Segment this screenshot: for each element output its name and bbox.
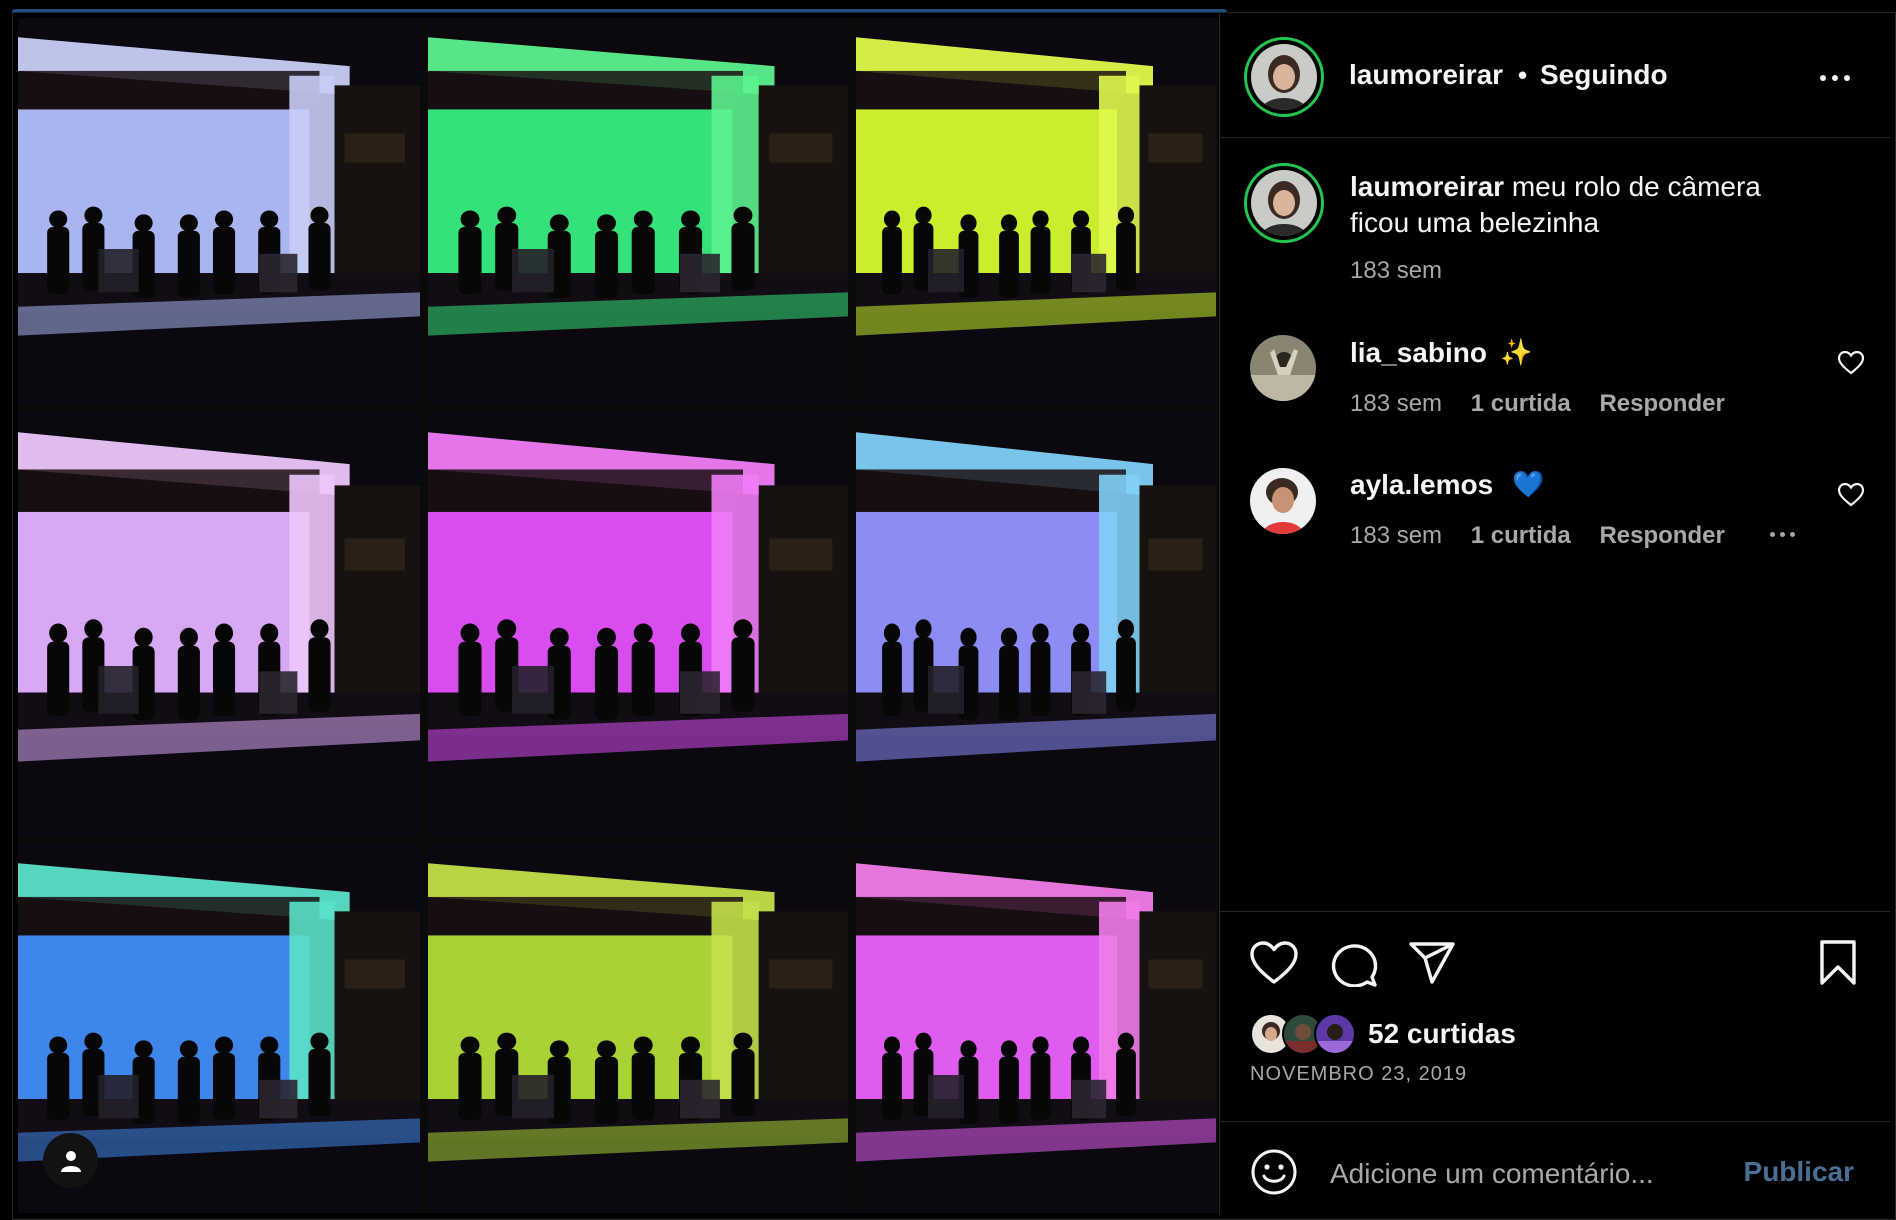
more-icon-dot — [1790, 532, 1795, 537]
comment-reply-button[interactable]: Responder — [1599, 522, 1724, 549]
stage-photo — [856, 844, 1216, 1213]
more-icon-dot — [1844, 75, 1850, 81]
author-avatar[interactable] — [1244, 37, 1324, 117]
comment-avatar[interactable] — [1250, 468, 1316, 534]
comment-avatar-photo — [1250, 335, 1316, 401]
stage-photo — [428, 411, 848, 836]
emoji-icon — [1251, 1149, 1297, 1195]
more-icon — [1770, 532, 1775, 537]
post-header: laumoreirar • Seguindo — [1220, 13, 1890, 138]
photo-olive-green — [428, 844, 848, 1213]
author-avatar-photo — [1251, 44, 1317, 110]
comment-icon — [1331, 944, 1378, 988]
blue-heart-emoji: 💙 — [1512, 469, 1545, 499]
more-icon-dot — [1832, 75, 1838, 81]
composer-divider — [1220, 1121, 1890, 1122]
share-icon — [1409, 942, 1455, 984]
comment-likes-link[interactable]: 1 curtida — [1471, 522, 1571, 549]
photo-blue-violet — [856, 411, 1216, 836]
save-button[interactable] — [1818, 939, 1858, 992]
user-tag-icon — [60, 1150, 81, 1172]
caption-username-link[interactable]: laumoreirar — [1350, 171, 1504, 202]
stage-photo — [428, 844, 848, 1213]
separator-dot: • — [1518, 60, 1528, 90]
likes-count-link[interactable]: 52 curtidas — [1368, 1018, 1516, 1050]
comment-button[interactable] — [1330, 941, 1378, 992]
author-username-link[interactable]: laumoreirar — [1349, 59, 1503, 91]
caption-avatar-photo — [1251, 170, 1317, 236]
post-options-button[interactable] — [1820, 75, 1850, 81]
stage-photo — [428, 18, 848, 403]
following-button[interactable]: Seguindo — [1540, 59, 1668, 91]
emoji-button[interactable] — [1250, 1148, 1298, 1201]
caption-author-avatar[interactable] — [1244, 163, 1324, 243]
likes-summary: 52 curtidas — [1250, 1013, 1516, 1055]
post-date[interactable]: NOVEMBRO 23, 2019 — [1250, 1063, 1467, 1086]
comment-avatar[interactable] — [1250, 335, 1316, 401]
bookmark-icon — [1820, 940, 1856, 985]
liker-avatar-photo — [1316, 1024, 1354, 1053]
photo-hot-pink — [856, 844, 1216, 1213]
more-icon — [1820, 75, 1826, 81]
comment-timestamp[interactable]: 183 sem — [1350, 522, 1442, 549]
post-caption: laumoreirar meu rolo de câmera ficou uma… — [1350, 169, 1820, 241]
comment-timestamp[interactable]: 183 sem — [1350, 390, 1442, 417]
comment-username-link[interactable]: lia_sabino — [1350, 337, 1487, 369]
more-icon-dot — [1780, 532, 1785, 537]
photo-magenta — [428, 411, 848, 836]
photo-collage — [18, 18, 1218, 1213]
comment-reply-button[interactable]: Responder — [1599, 390, 1724, 417]
stage-photo — [856, 18, 1216, 403]
comment-meta: 183 sem 1 curtida Responder — [1350, 390, 1725, 418]
stage-photo — [856, 411, 1216, 836]
post-media[interactable] — [18, 18, 1218, 1213]
stage-photo — [18, 18, 420, 403]
post-sidebar: laumoreirar • Seguindo laumoreirar meu r… — [1219, 13, 1890, 1215]
comment-meta: 183 sem 1 curtida Responder — [1350, 522, 1725, 550]
photo-pink-lavender — [18, 411, 420, 836]
comment-like-button[interactable] — [1837, 482, 1865, 512]
heart-icon — [1837, 350, 1865, 375]
comment-username-link[interactable]: ayla.lemos — [1350, 469, 1493, 501]
comment-like-button[interactable] — [1837, 350, 1865, 380]
caption-timestamp[interactable]: 183 sem — [1350, 257, 1442, 285]
heart-icon — [1837, 482, 1865, 507]
actions-divider — [1220, 911, 1890, 912]
heart-icon — [1250, 941, 1298, 984]
comment-options-button[interactable] — [1770, 532, 1795, 537]
liker-avatar[interactable] — [1314, 1013, 1356, 1055]
photo-lavender — [18, 18, 420, 403]
publish-button[interactable]: Publicar — [1738, 1155, 1860, 1189]
user-tag-button[interactable] — [43, 1133, 98, 1188]
sparkles-emoji: ✨ — [1500, 337, 1533, 367]
like-button[interactable] — [1250, 941, 1298, 990]
share-button[interactable] — [1408, 941, 1456, 990]
photo-green — [428, 18, 848, 403]
photo-lime — [856, 18, 1216, 403]
comment-input[interactable] — [1328, 1151, 1752, 1197]
comment-avatar-photo — [1250, 468, 1316, 534]
comment-likes-link[interactable]: 1 curtida — [1471, 390, 1571, 417]
stage-photo — [18, 411, 420, 836]
